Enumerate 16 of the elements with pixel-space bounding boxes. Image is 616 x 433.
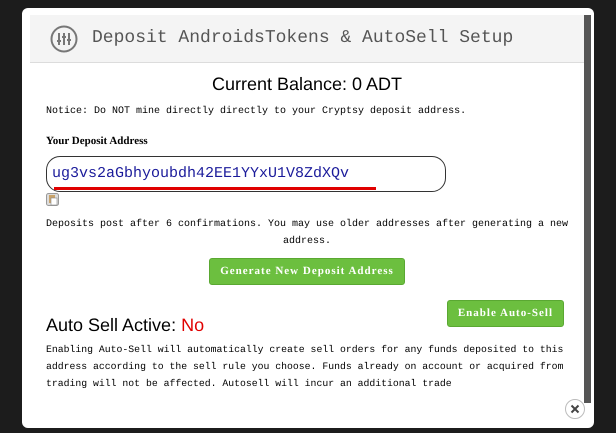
close-icon — [570, 404, 580, 414]
autosell-label: Auto Sell Active: — [46, 314, 178, 334]
enable-autosell-button[interactable]: Enable Auto-Sell — [446, 300, 564, 326]
autosell-status: No — [181, 314, 204, 334]
scrollbar[interactable] — [584, 15, 591, 403]
address-label: Your Deposit Address — [46, 134, 149, 149]
dialog-title: Deposit AndroidsTokens & AutoSell Setup — [92, 27, 514, 50]
notice-text: Notice: Do NOT mine directly directly to your Cryptsy deposit address. — [46, 104, 468, 119]
close-button[interactable] — [565, 399, 585, 419]
address-field[interactable]: ug3vs2aGbhyoubdh42EE1YYxU1V8ZdXQv — [46, 156, 446, 192]
sliders-icon — [50, 24, 78, 52]
clipboard-icon[interactable] — [46, 192, 59, 206]
autosell-info-text: Enabling Auto-Sell will automatically create sell orders for any funds deposited to this address according to the sell rule you choose. Funds already on account or acquired from trading will not be affected. Autosell will incur an additional trade — [46, 342, 564, 390]
generate-address-button[interactable]: Generate New Deposit Address — [209, 258, 405, 284]
deposit-info-text: Deposits post after 6 confirmations. You may use older addresses after generating a new address. — [44, 218, 570, 248]
balance-heading: Current Balance: 0 ADT — [212, 74, 402, 94]
